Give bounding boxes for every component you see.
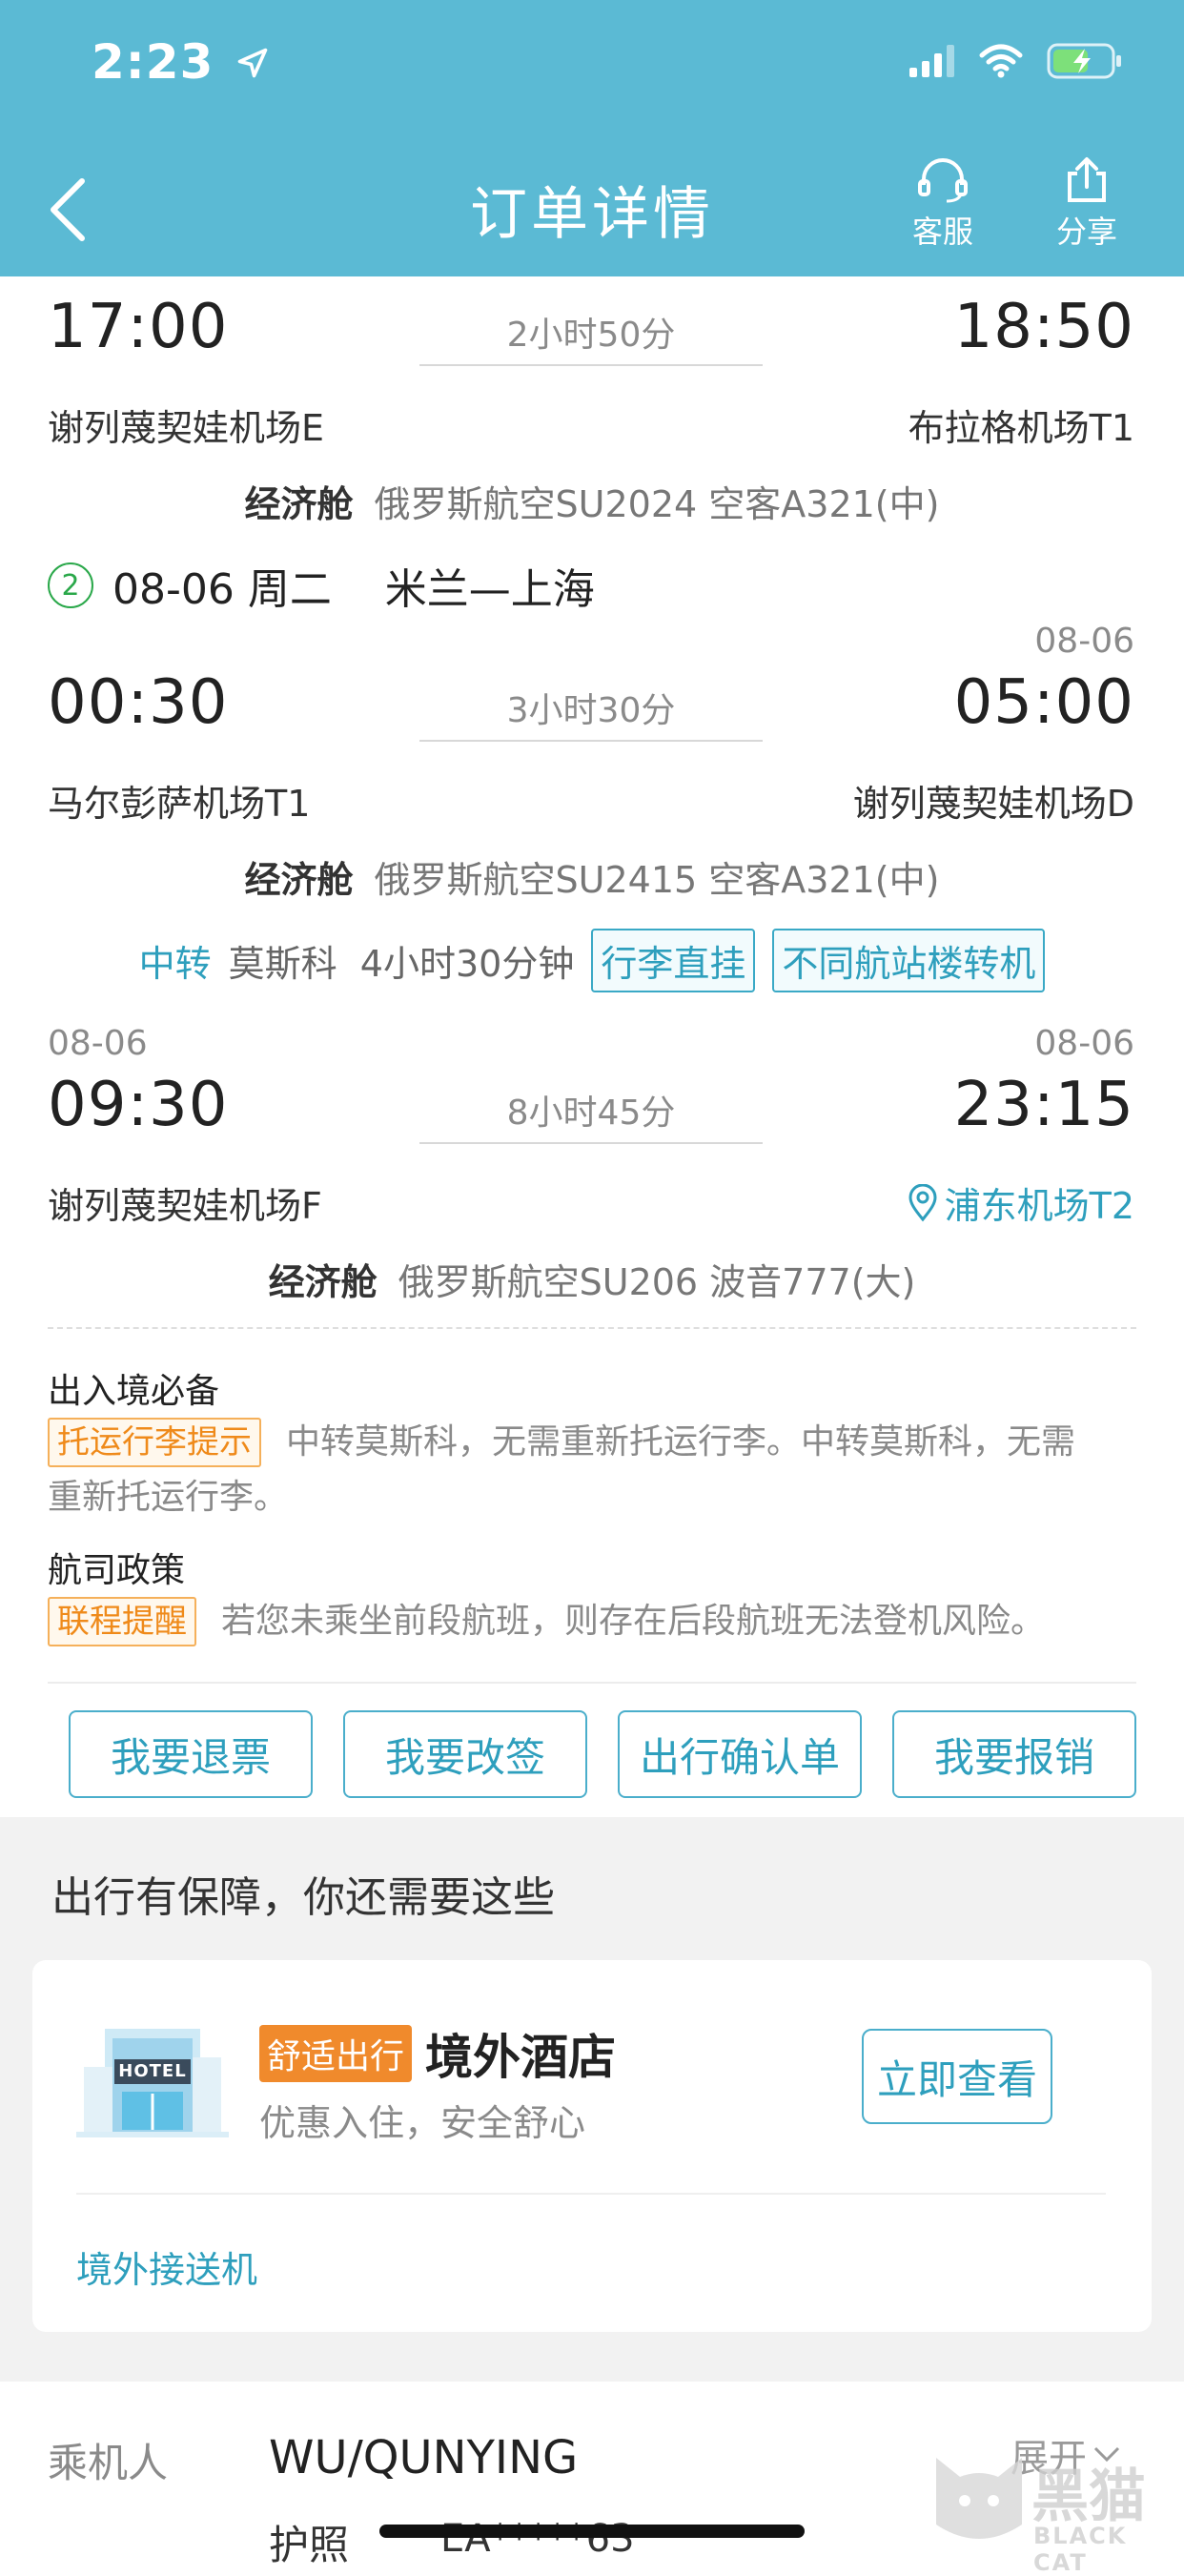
baggage-text-2: 重新托运行李。 bbox=[48, 1478, 289, 1517]
hotel-building-icon: HOTEL bbox=[76, 2010, 229, 2143]
seg2-dep-airport: 马尔彭萨机场T1 bbox=[48, 783, 311, 825]
battery-charging-icon bbox=[1047, 43, 1121, 79]
hotel-subtitle: 优惠入住，安全舒心 bbox=[259, 2102, 586, 2144]
travel-confirmation-button[interactable]: 出行确认单 bbox=[618, 1710, 862, 1798]
hotel-card: HOTEL 舒适出行 境外酒店 优惠入住，安全舒心 立即查看 境外接送机 bbox=[32, 1960, 1152, 2332]
seg1-arr-airport: 布拉格机场T1 bbox=[908, 407, 1134, 449]
seg2-duration-line bbox=[419, 740, 763, 742]
headset-icon bbox=[918, 158, 968, 203]
trip2-index-badge: 2 bbox=[48, 562, 93, 608]
seg3-arr-airport-link[interactable]: 浦东机场T2 bbox=[907, 1176, 1134, 1229]
policy-text: 若您未乘坐前段航班，则存在后段航班无法登机风险。 bbox=[221, 1602, 1046, 1641]
seg3-flight: 俄罗斯航空SU206 波音777(大) bbox=[398, 1261, 916, 1303]
watermark-cn: 黑猫 bbox=[1031, 2464, 1146, 2530]
page-title: 订单详情 bbox=[470, 181, 714, 248]
home-indicator bbox=[379, 2525, 805, 2538]
reimburse-button[interactable]: 我要报销 bbox=[892, 1710, 1136, 1798]
passenger-label: 乘机人 bbox=[48, 2440, 169, 2486]
status-time: 2:23 bbox=[92, 34, 270, 90]
seg2-cabin: 经济舱 bbox=[244, 859, 354, 901]
seg2-arr-date: 08-06 bbox=[1034, 622, 1134, 661]
seg2-arr-time: 05:00 bbox=[953, 667, 1134, 738]
passenger-name: WU/QUNYING bbox=[269, 2431, 579, 2484]
seg3-cabin: 经济舱 bbox=[268, 1261, 378, 1303]
seg3-duration: 8小时45分 bbox=[506, 1094, 676, 1133]
policy-note: 联程提醒 若您未乘坐前段航班，则存在后段航班无法登机风险。 bbox=[48, 1594, 1045, 1649]
baggage-tag: 托运行李提示 bbox=[48, 1418, 261, 1467]
transfer-info: 莫斯科 4小时30分钟 bbox=[228, 943, 575, 985]
watermark-en: BLACK CAT bbox=[1033, 2523, 1128, 2576]
service-label: 客服 bbox=[911, 214, 973, 250]
terminal-change-tag: 不同航站楼转机 bbox=[772, 929, 1046, 992]
trip2-label: 08-06 周二 米兰—上海 bbox=[112, 565, 595, 614]
policy-tag: 联程提醒 bbox=[48, 1597, 196, 1646]
share-icon bbox=[1068, 157, 1106, 202]
seg3-dep-time: 09:30 bbox=[48, 1070, 229, 1140]
seg1-flight: 俄罗斯航空SU2024 空客A321(中) bbox=[374, 483, 940, 525]
status-icons bbox=[909, 42, 1123, 80]
baggage-note: 托运行李提示 中转莫斯科，无需重新托运行李。中转莫斯科，无需 重新托运行李。 bbox=[48, 1415, 1144, 1525]
card-divider bbox=[76, 2193, 1106, 2195]
seg3-flight-info: 经济舱 俄罗斯航空SU206 波音777(大) bbox=[0, 1253, 1184, 1305]
nav-header: 2:23 订单详情 客服 分享 bbox=[0, 0, 1184, 276]
hotel-logo-text: HOTEL bbox=[118, 2061, 187, 2081]
entry-title: 出入境必备 bbox=[48, 1372, 220, 1411]
hotel-title-row: 舒适出行 境外酒店 bbox=[259, 2019, 616, 2088]
seg3-arr-time: 23:15 bbox=[953, 1070, 1134, 1140]
seg1-duration: 2小时50分 bbox=[506, 316, 676, 355]
extras-heading: 出行有保障，你还需要这些 bbox=[51, 1873, 555, 1922]
seg3-duration-line bbox=[419, 1142, 763, 1144]
seg2-flight-info: 经济舱 俄罗斯航空SU2415 空客A321(中) bbox=[0, 850, 1184, 903]
seg3-arr-date: 08-06 bbox=[1034, 1024, 1134, 1063]
refund-button[interactable]: 我要退票 bbox=[69, 1710, 313, 1798]
seg2-dep-time: 00:30 bbox=[48, 667, 229, 738]
seg1-flight-info: 经济舱 俄罗斯航空SU2024 空客A321(中) bbox=[0, 475, 1184, 527]
seg1-duration-line bbox=[419, 364, 763, 366]
seg2-flight: 俄罗斯航空SU2415 空客A321(中) bbox=[374, 859, 940, 901]
seg3-arr-airport: 浦东机场T2 bbox=[944, 1185, 1134, 1227]
hotel-tag: 舒适出行 bbox=[259, 2025, 413, 2082]
location-arrow-icon bbox=[237, 48, 268, 78]
wifi-icon bbox=[979, 44, 1023, 78]
status-time-text: 2:23 bbox=[92, 34, 214, 90]
passport-number: EA*****63 bbox=[440, 2517, 635, 2561]
seg1-dep-time: 17:00 bbox=[48, 292, 229, 362]
customer-service-button[interactable]: 客服 bbox=[886, 156, 1000, 261]
share-button[interactable]: 分享 bbox=[1030, 156, 1144, 261]
seg3-dep-date: 08-06 bbox=[48, 1024, 148, 1063]
transfer-label: 中转 bbox=[138, 943, 212, 985]
cellular-signal-icon bbox=[909, 45, 954, 77]
view-hotel-button[interactable]: 立即查看 bbox=[862, 2029, 1052, 2124]
seg3-dep-airport: 谢列蔑契娃机场F bbox=[48, 1185, 322, 1227]
seg1-arr-time: 18:50 bbox=[953, 292, 1134, 362]
policy-title: 航司政策 bbox=[48, 1551, 186, 1590]
location-pin-icon bbox=[908, 1183, 937, 1221]
seg2-duration: 3小时30分 bbox=[506, 691, 676, 730]
seg2-arr-airport: 谢列蔑契娃机场D bbox=[852, 783, 1134, 825]
airport-transfer-link[interactable]: 境外接送机 bbox=[76, 2240, 257, 2293]
seg1-cabin: 经济舱 bbox=[244, 483, 354, 525]
hotel-title: 境外酒店 bbox=[425, 2030, 617, 2085]
seg1-dep-airport: 谢列蔑契娃机场E bbox=[48, 407, 325, 449]
trip2-header: 2 08-06 周二 米兰—上海 bbox=[48, 555, 595, 616]
section-divider bbox=[48, 1327, 1136, 1329]
cat-logo-icon bbox=[936, 2458, 1022, 2539]
transfer-row: 中转 莫斯科 4小时30分钟 行李直挂 不同航站楼转机 bbox=[0, 929, 1184, 992]
baggage-through-tag: 行李直挂 bbox=[591, 929, 756, 992]
watermark: 黑猫 BLACK CAT bbox=[927, 2448, 1174, 2576]
baggage-text-1: 中转莫斯科，无需重新托运行李。中转莫斯科，无需 bbox=[286, 1422, 1076, 1462]
change-button[interactable]: 我要改签 bbox=[343, 1710, 587, 1798]
notes-divider bbox=[48, 1682, 1136, 1684]
share-label: 分享 bbox=[1055, 214, 1117, 250]
